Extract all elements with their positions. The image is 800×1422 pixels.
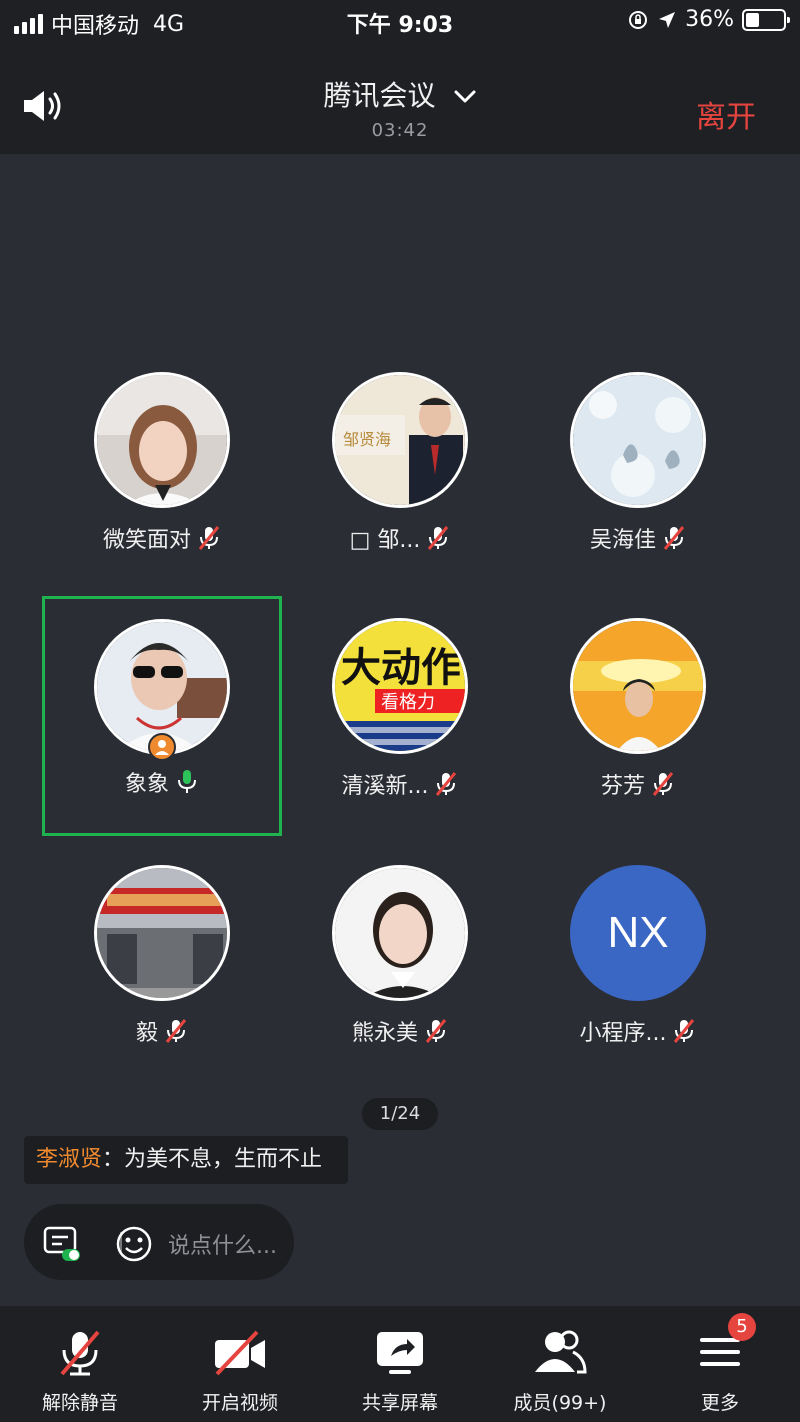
- avatar: [570, 372, 706, 508]
- participant-name: 小程序...: [579, 1021, 667, 1046]
- mic-muted-icon: [436, 772, 457, 796]
- page-indicator[interactable]: 1/24: [362, 1098, 438, 1130]
- participant-name: 毅: [135, 1021, 158, 1046]
- chat-text: 为美不息，生而不止: [124, 1147, 323, 1172]
- participant-tile[interactable]: 微笑面对: [42, 362, 282, 602]
- participant-label: 微笑面对: [42, 522, 282, 554]
- bottom-toolbar: 解除静音 开启视频 共享屏幕 成员(99+) 更多: [0, 1306, 800, 1422]
- avatar: 大动作 看格力: [332, 618, 468, 754]
- meeting-title[interactable]: 腾讯会议: [0, 74, 800, 114]
- mic-muted-icon: [165, 1019, 187, 1043]
- participant-name: 吴海佳: [589, 528, 656, 553]
- share-screen-icon: [377, 1332, 423, 1374]
- chat-sender: 李淑贤: [36, 1147, 103, 1172]
- chevron-down-icon: [454, 90, 476, 103]
- start-video-button[interactable]: 开启视频: [160, 1306, 320, 1422]
- avatar: 邹贤海: [332, 372, 468, 508]
- unmute-label: 解除静音: [41, 1392, 118, 1414]
- participant-tile[interactable]: 邹贤海 □ 邹...: [280, 362, 520, 602]
- avatar: [570, 618, 706, 754]
- participant-name: 微笑面对: [102, 528, 191, 553]
- chat-input-placeholder[interactable]: 说点什么...: [168, 1228, 277, 1260]
- participant-tile[interactable]: 大动作 看格力 清溪新...: [280, 608, 520, 848]
- more-label: 更多: [700, 1392, 739, 1414]
- share-screen-label: 共享屏幕: [361, 1392, 438, 1414]
- participant-name: □ 邹...: [349, 528, 421, 553]
- emoji-icon[interactable]: [114, 1224, 154, 1264]
- mic-muted-icon: [425, 1019, 447, 1043]
- avatar: [94, 372, 230, 508]
- mic-muted-icon: [674, 1019, 695, 1043]
- chat-toggle-icon[interactable]: [42, 1224, 82, 1264]
- svg-text:看格力: 看格力: [381, 692, 435, 713]
- avatar: [332, 865, 468, 1001]
- participant-name: 象象: [124, 772, 169, 797]
- meeting-header: 腾讯会议 03:42 离开: [0, 44, 800, 154]
- participant-tile[interactable]: 熊永美: [280, 855, 520, 1095]
- participant-name: 熊永美: [351, 1021, 418, 1046]
- participant-tile-active-speaker[interactable]: 象象: [42, 596, 282, 836]
- status-right: 36%: [627, 7, 790, 32]
- participant-label: 熊永美: [280, 1015, 520, 1047]
- participant-tile[interactable]: 吴海佳: [518, 362, 758, 602]
- participant-label: 吴海佳: [518, 522, 758, 554]
- meeting-title-text: 腾讯会议: [323, 79, 436, 112]
- mic-muted-icon: [428, 526, 449, 550]
- location-arrow-icon: [659, 11, 676, 28]
- rotation-lock-icon: [629, 10, 648, 29]
- svg-text:大动作: 大动作: [341, 645, 461, 691]
- participant-name: 清溪新...: [341, 774, 429, 799]
- battery-fill: [746, 12, 759, 27]
- unmute-button[interactable]: 解除静音: [0, 1306, 160, 1422]
- mic-muted-icon: [663, 526, 685, 550]
- participant-label: 象象: [42, 766, 282, 798]
- avatar: [94, 865, 230, 1001]
- mic-muted-icon: [652, 772, 674, 796]
- mic-muted-icon: [198, 526, 220, 550]
- members-label: 成员(99+): [513, 1392, 607, 1414]
- notification-badge: 5: [728, 1313, 756, 1341]
- participant-label: 毅: [42, 1015, 282, 1047]
- participant-label: 清溪新...: [280, 768, 520, 800]
- mic-active-icon: [178, 770, 196, 793]
- start-video-label: 开启视频: [201, 1392, 278, 1414]
- avatar-initials: NX: [570, 865, 706, 1001]
- chat-message: 李淑贤：为美不息，生而不止: [24, 1136, 348, 1184]
- chat-input-bar[interactable]: 说点什么...: [24, 1204, 294, 1280]
- participant-name: 芬芳: [600, 774, 645, 799]
- video-off-icon: [215, 1330, 265, 1376]
- share-screen-button[interactable]: 共享屏幕: [320, 1306, 480, 1422]
- status-bar: 中国移动 4G 下午 9:03 36%: [0, 0, 800, 44]
- leave-button[interactable]: 离开: [696, 92, 756, 136]
- battery-percent: 36%: [685, 7, 734, 32]
- svg-text:邹贤海: 邹贤海: [343, 430, 391, 449]
- meeting-timer: 03:42: [371, 120, 429, 141]
- participant-tile[interactable]: 芬芳: [518, 608, 758, 848]
- participant-label: 小程序...: [518, 1015, 758, 1047]
- more-button[interactable]: 更多: [640, 1306, 800, 1422]
- participant-tile[interactable]: NX 小程序...: [518, 855, 758, 1095]
- members-button[interactable]: 成员(99+): [480, 1306, 640, 1422]
- participant-label: □ 邹...: [280, 522, 520, 554]
- battery-icon: [742, 8, 790, 31]
- mic-muted-icon: [60, 1330, 100, 1376]
- host-badge-icon: [148, 733, 176, 761]
- participant-label: 芬芳: [518, 768, 758, 800]
- participant-tile[interactable]: 毅: [42, 855, 282, 1095]
- members-icon: [535, 1330, 587, 1374]
- chat-separator: ：: [102, 1147, 125, 1172]
